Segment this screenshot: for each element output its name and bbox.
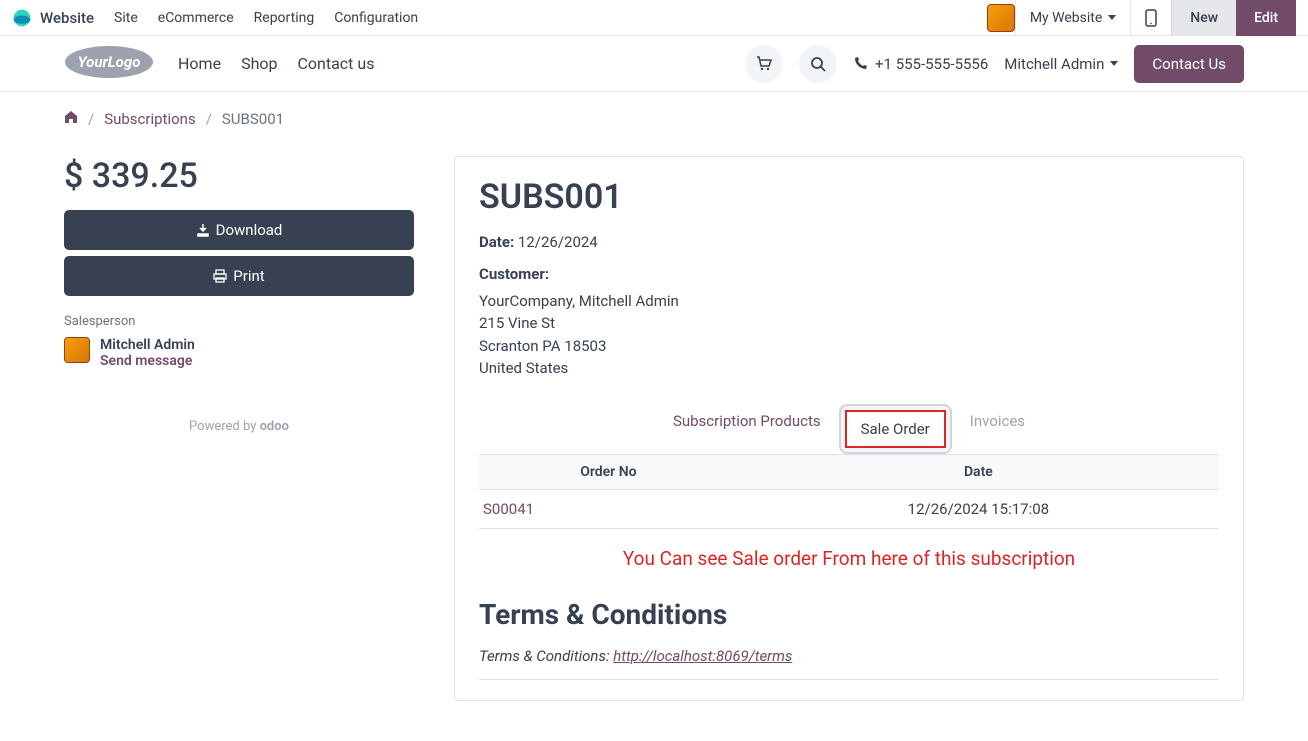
- caret-down-icon: [1108, 15, 1116, 20]
- annotation-callout: You Can see Sale order From here of this…: [479, 529, 1219, 588]
- cell-date: 12/26/2024 15:17:08: [738, 489, 1219, 528]
- nav-shop[interactable]: Shop: [241, 54, 277, 73]
- col-date: Date: [738, 454, 1219, 489]
- tab-invoices[interactable]: Invoices: [956, 404, 1039, 454]
- admin-right: My Website New Edit: [987, 0, 1296, 36]
- mobile-icon: [1145, 9, 1157, 27]
- edit-button[interactable]: Edit: [1236, 0, 1296, 36]
- breadcrumb-home[interactable]: [64, 110, 78, 128]
- yourlogo-icon: YourLogo: [64, 45, 154, 79]
- tab-subscription-products[interactable]: Subscription Products: [659, 404, 835, 454]
- send-message-link[interactable]: Send message: [100, 353, 195, 369]
- salesperson-name: Mitchell Admin: [100, 337, 195, 353]
- edit-label: Edit: [1254, 10, 1278, 26]
- admin-menu-ecommerce[interactable]: eCommerce: [158, 10, 234, 26]
- powered-by: Powered by odoo: [64, 419, 414, 434]
- powered-by-brand: odoo: [260, 419, 289, 434]
- contact-us-label: Contact Us: [1152, 55, 1226, 73]
- customer-line: United States: [479, 357, 1219, 380]
- search-icon: [810, 56, 826, 72]
- cell-order-no[interactable]: S00041: [479, 489, 738, 528]
- home-icon: [64, 110, 78, 124]
- terms-line: Terms & Conditions: http://localhost:806…: [479, 647, 1219, 680]
- main-panel: SUBS001 Date: 12/26/2024 Customer: YourC…: [454, 156, 1244, 701]
- new-button[interactable]: New: [1171, 0, 1236, 36]
- admin-menu-configuration[interactable]: Configuration: [334, 10, 418, 26]
- tab-sale-order[interactable]: Sale Order: [845, 410, 946, 448]
- nav-contact-us[interactable]: Contact us: [297, 54, 374, 73]
- print-icon: [213, 269, 227, 283]
- site-header: YourLogo Home Shop Contact us +1 555-555…: [0, 36, 1308, 92]
- date-label: Date:: [479, 233, 514, 251]
- customer-label: Customer:: [479, 263, 1219, 286]
- customer-line: 215 Vine St: [479, 312, 1219, 335]
- phone-display: +1 555-555-5556: [853, 55, 988, 73]
- admin-menu-site[interactable]: Site: [114, 10, 138, 26]
- tab-highlight-annotation: Sale Order: [839, 404, 952, 454]
- user-avatar-icon[interactable]: [987, 4, 1015, 32]
- powered-by-text: Powered by: [189, 419, 256, 434]
- sale-order-table: Order No Date S00041 12/26/2024 15:17:08: [479, 454, 1219, 529]
- download-button[interactable]: Download: [64, 210, 414, 250]
- admin-bar: Website Site eCommerce Reporting Configu…: [0, 0, 1308, 36]
- print-button[interactable]: Print: [64, 256, 414, 296]
- breadcrumb-current: SUBS001: [222, 110, 284, 128]
- breadcrumb: / Subscriptions / SUBS001: [0, 92, 1308, 146]
- search-button[interactable]: [799, 45, 837, 83]
- customer-line: YourCompany, Mitchell Admin: [479, 290, 1219, 313]
- admin-menu-reporting[interactable]: Reporting: [254, 10, 315, 26]
- breadcrumb-subscriptions[interactable]: Subscriptions: [104, 110, 195, 128]
- caret-down-icon: [1110, 61, 1118, 66]
- terms-link[interactable]: http://localhost:8069/terms: [613, 647, 792, 665]
- phone-number: +1 555-555-5556: [875, 55, 988, 73]
- print-label: Print: [233, 267, 264, 285]
- svg-text:YourLogo: YourLogo: [78, 53, 141, 71]
- my-website-dropdown[interactable]: My Website: [1015, 0, 1130, 36]
- col-order-no: Order No: [479, 454, 738, 489]
- breadcrumb-separator: /: [206, 110, 212, 128]
- customer-block: Customer: YourCompany, Mitchell Admin 21…: [479, 263, 1219, 380]
- admin-app-title[interactable]: Website: [40, 9, 94, 27]
- phone-icon: [853, 57, 867, 71]
- terms-heading: Terms & Conditions: [479, 598, 1219, 631]
- site-logo[interactable]: YourLogo: [64, 45, 154, 83]
- date-row: Date: 12/26/2024: [479, 233, 1219, 251]
- contact-us-button[interactable]: Contact Us: [1134, 45, 1244, 83]
- customer-line: Scranton PA 18503: [479, 335, 1219, 358]
- salesperson-label: Salesperson: [64, 314, 414, 329]
- new-label: New: [1190, 10, 1218, 26]
- cart-icon: [756, 56, 772, 72]
- salesperson-avatar-icon: [64, 337, 90, 363]
- download-icon: [196, 223, 210, 237]
- odoo-logo-icon: [12, 8, 32, 28]
- sidebar: $ 339.25 Download Print Salesperson Mitc…: [64, 156, 414, 701]
- tabs: Subscription Products Sale Order Invoice…: [479, 404, 1219, 454]
- site-header-right: +1 555-555-5556 Mitchell Admin Contact U…: [745, 45, 1244, 83]
- site-nav: Home Shop Contact us: [178, 54, 374, 73]
- cart-button[interactable]: [745, 45, 783, 83]
- mobile-preview-button[interactable]: [1130, 0, 1171, 36]
- amount-display: $ 339.25: [64, 156, 414, 196]
- page-title: SUBS001: [479, 177, 1219, 217]
- breadcrumb-separator: /: [88, 110, 94, 128]
- my-website-label: My Website: [1030, 10, 1102, 26]
- admin-menu: Site eCommerce Reporting Configuration: [114, 10, 418, 26]
- salesperson-row: Mitchell Admin Send message: [64, 337, 414, 369]
- date-value: 12/26/2024: [518, 233, 598, 251]
- nav-home[interactable]: Home: [178, 54, 221, 73]
- user-dropdown[interactable]: Mitchell Admin: [1004, 55, 1118, 73]
- table-row[interactable]: S00041 12/26/2024 15:17:08: [479, 489, 1219, 528]
- terms-prefix: Terms & Conditions:: [479, 647, 613, 665]
- user-name: Mitchell Admin: [1004, 55, 1104, 73]
- download-label: Download: [216, 221, 283, 239]
- main-container: $ 339.25 Download Print Salesperson Mitc…: [0, 146, 1308, 741]
